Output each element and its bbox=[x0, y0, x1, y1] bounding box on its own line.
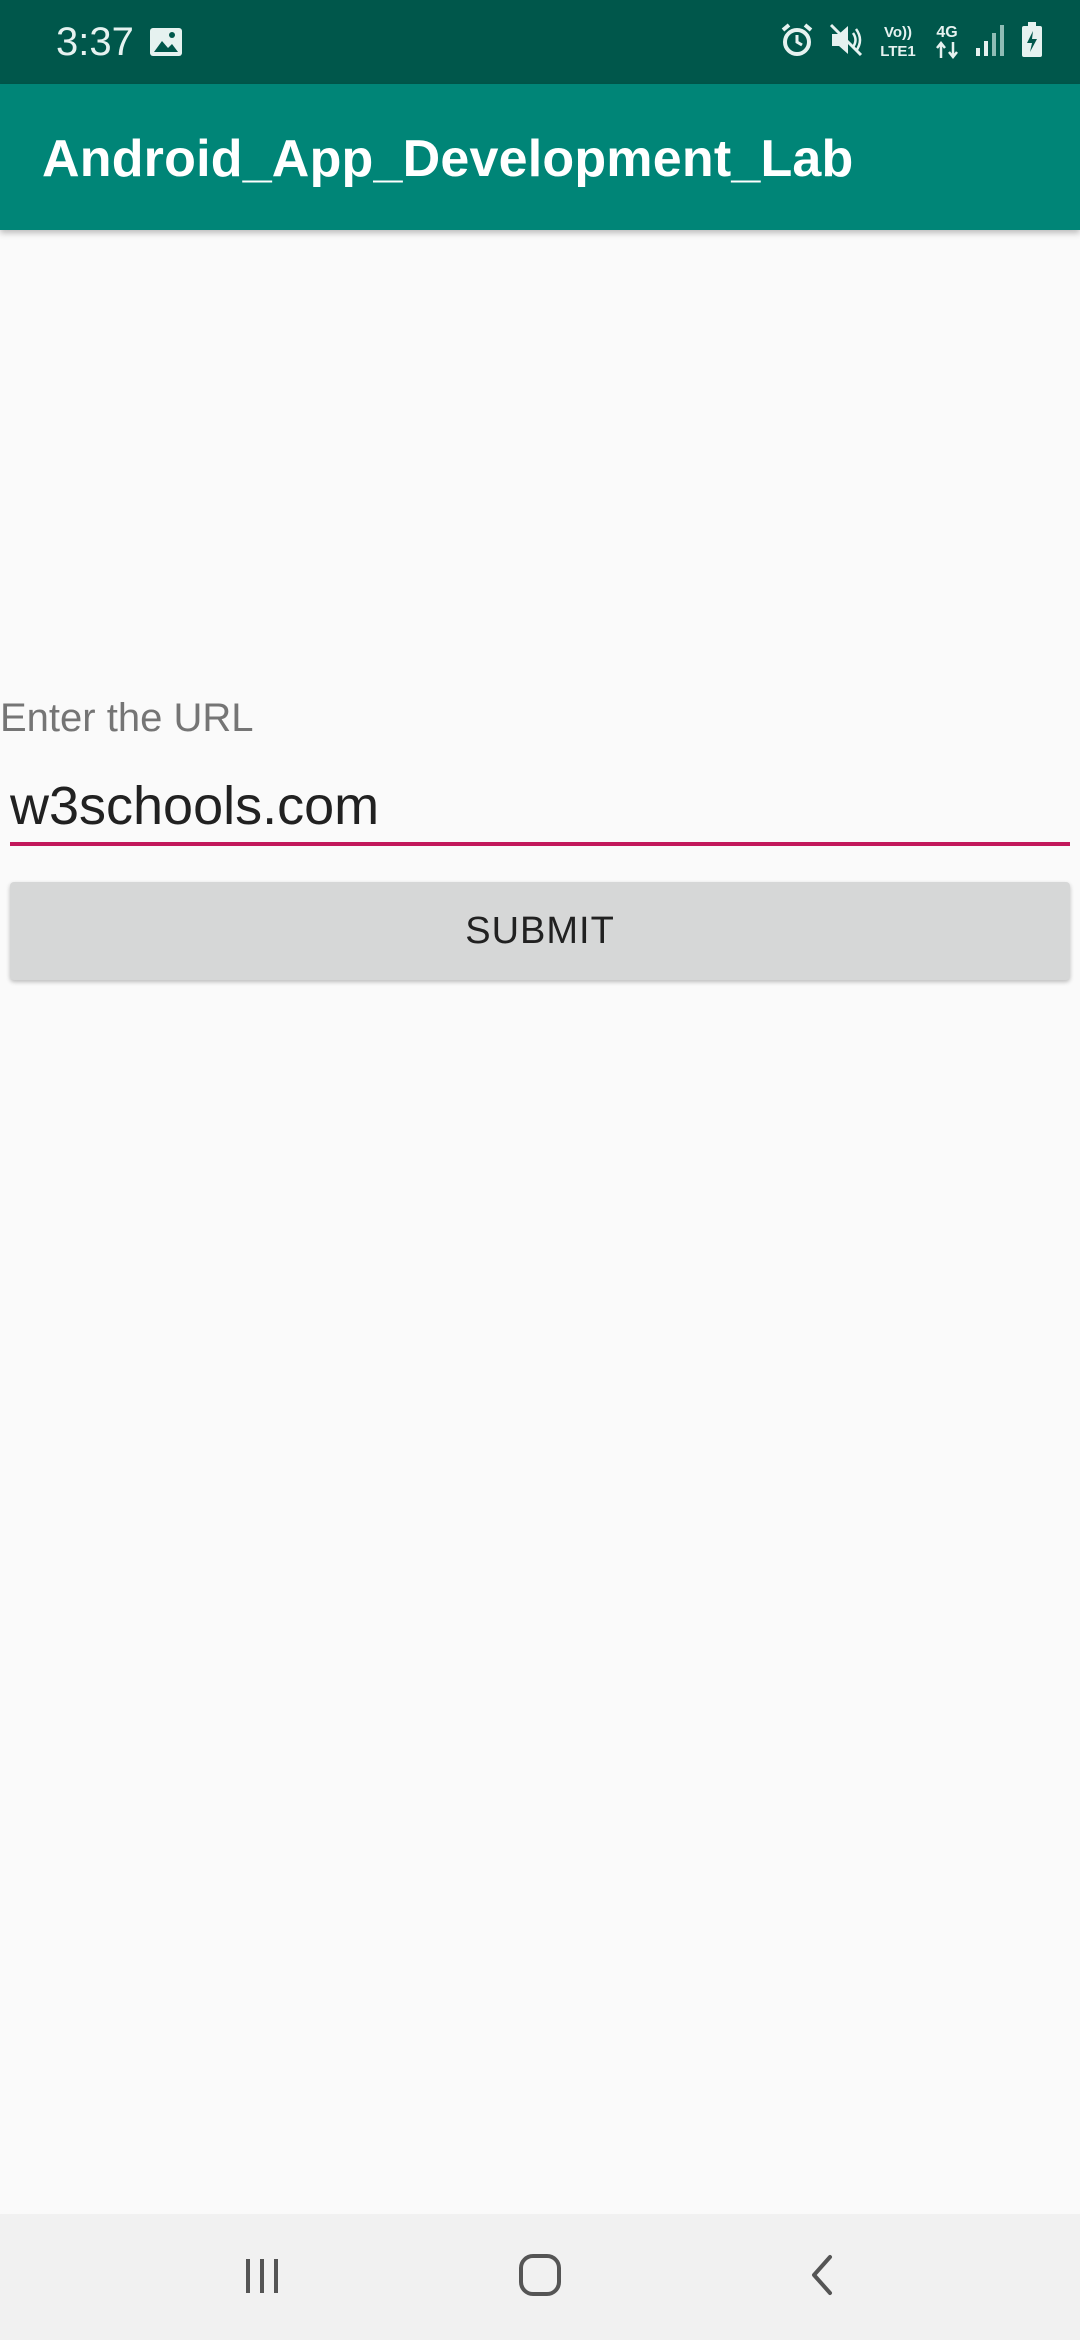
back-icon bbox=[800, 2251, 844, 2304]
battery-charging-icon bbox=[1020, 21, 1044, 64]
url-label: Enter the URL bbox=[0, 696, 254, 740]
back-button[interactable] bbox=[782, 2242, 862, 2312]
recent-apps-icon bbox=[240, 2253, 284, 2302]
url-input[interactable] bbox=[10, 770, 1070, 846]
image-icon bbox=[148, 24, 184, 60]
alarm-icon bbox=[778, 21, 816, 64]
status-icons: Vo)) LTE1 4G bbox=[778, 20, 1044, 64]
app-bar: Android_App_Development_Lab bbox=[0, 84, 1080, 230]
recent-apps-button[interactable] bbox=[222, 2242, 302, 2312]
signal-icon bbox=[974, 22, 1008, 63]
status-bar: 3:37 Vo)) LTE1 4G bbox=[0, 0, 1080, 84]
navigation-bar bbox=[0, 2214, 1080, 2340]
home-icon bbox=[517, 2252, 563, 2303]
status-time: 3:37 bbox=[56, 20, 134, 64]
volte-label-bottom: LTE1 bbox=[880, 43, 916, 60]
volte-icon: Vo)) LTE1 bbox=[876, 20, 920, 65]
home-button[interactable] bbox=[500, 2242, 580, 2312]
app-title: Android_App_Development_Lab bbox=[42, 130, 854, 188]
network-label: 4G bbox=[936, 24, 957, 41]
submit-button[interactable]: SUBMIT bbox=[10, 882, 1070, 980]
volte-label-top: Vo)) bbox=[884, 24, 912, 41]
network-4g-icon: 4G bbox=[932, 20, 962, 65]
mute-icon bbox=[828, 21, 864, 64]
